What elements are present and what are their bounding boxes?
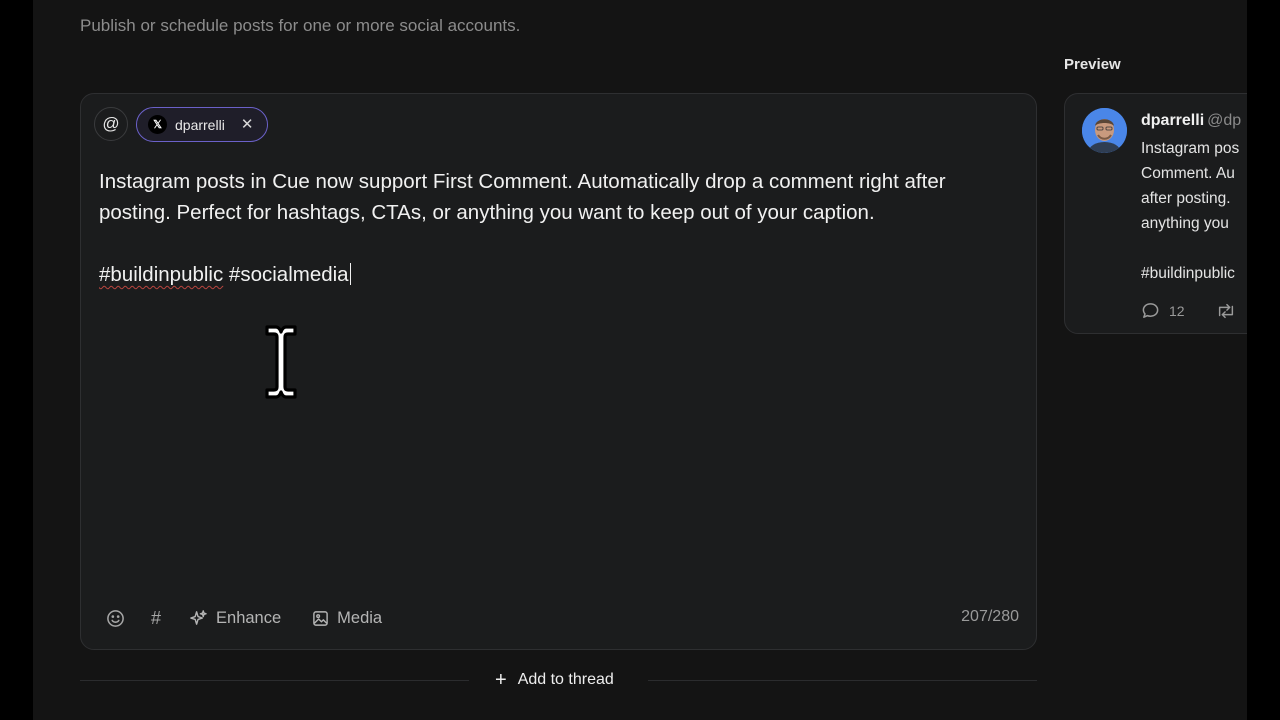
account-chip-name: dparrelli xyxy=(175,116,225,133)
hashtag-misspelled: #buildinpublic xyxy=(99,263,224,286)
account-chip[interactable]: 𝕏 dparrelli ✕ xyxy=(136,107,269,142)
avatar xyxy=(1082,108,1127,153)
thread-divider-left xyxy=(80,680,469,681)
at-sign-icon: @ xyxy=(102,114,120,133)
compose-page: Publish or schedule posts for one or mor… xyxy=(33,0,1247,720)
image-icon xyxy=(313,610,328,626)
post-preview-card: dparrelli @dp Instagram pos Comment. Au a… xyxy=(1064,93,1247,334)
preview-line: #buildinpublic xyxy=(1141,265,1235,282)
preview-title: Preview xyxy=(1064,56,1121,73)
sparkles-icon xyxy=(190,609,207,625)
comment-icon xyxy=(1142,303,1159,318)
post-body-paragraph: Instagram posts in Cue now support First… xyxy=(99,170,946,224)
hashtag-icon[interactable]: # xyxy=(151,608,161,629)
character-counter: 207/280 xyxy=(961,608,1019,625)
repost-icon xyxy=(1218,303,1233,318)
mention-button[interactable]: @ xyxy=(94,107,128,141)
preview-stats: 12 xyxy=(1141,301,1247,320)
post-hashtags: #buildinpublic #socialmedia xyxy=(99,259,1019,290)
enhance-button[interactable]: Enhance xyxy=(189,609,281,628)
x-logo-icon: 𝕏 xyxy=(148,115,167,134)
media-label: Media xyxy=(337,608,383,627)
preview-line: Instagram pos xyxy=(1141,140,1240,157)
preview-line: anything you xyxy=(1141,215,1229,232)
add-to-thread-button[interactable]: + Add to thread xyxy=(495,670,614,690)
preview-line: Comment. Au xyxy=(1141,165,1235,182)
thread-divider-right xyxy=(648,680,1037,681)
smile-icon[interactable] xyxy=(106,609,125,628)
preview-handle: @dp xyxy=(1207,112,1242,129)
hashtag-text: #socialmedia xyxy=(223,263,349,286)
post-text-editor[interactable]: Instagram posts in Cue now support First… xyxy=(99,166,1019,290)
preview-line xyxy=(1141,236,1247,261)
preview-post-text: Instagram pos Comment. Au after posting.… xyxy=(1141,136,1247,286)
composer-toolbar: # Enhance Media xyxy=(106,603,382,633)
window-edge xyxy=(1247,0,1280,720)
add-to-thread-label: Add to thread xyxy=(517,671,614,688)
page-subtitle: Publish or schedule posts for one or mor… xyxy=(80,16,521,35)
close-icon[interactable]: ✕ xyxy=(241,117,254,132)
repost-stat xyxy=(1216,302,1236,320)
media-button[interactable]: Media xyxy=(312,609,382,628)
reply-stat: 12 xyxy=(1141,301,1185,320)
enhance-label: Enhance xyxy=(216,608,282,627)
text-caret xyxy=(349,263,352,285)
post-composer: @ 𝕏 dparrelli ✕ Instagram posts in Cue n… xyxy=(80,93,1037,650)
preview-author: dparrelli @dp xyxy=(1141,112,1241,130)
preview-line: after posting. xyxy=(1141,190,1231,207)
text-cursor-icon xyxy=(265,325,297,399)
reply-count: 12 xyxy=(1169,302,1185,319)
plus-icon: + xyxy=(495,669,507,691)
preview-display-name: dparrelli xyxy=(1141,112,1205,129)
